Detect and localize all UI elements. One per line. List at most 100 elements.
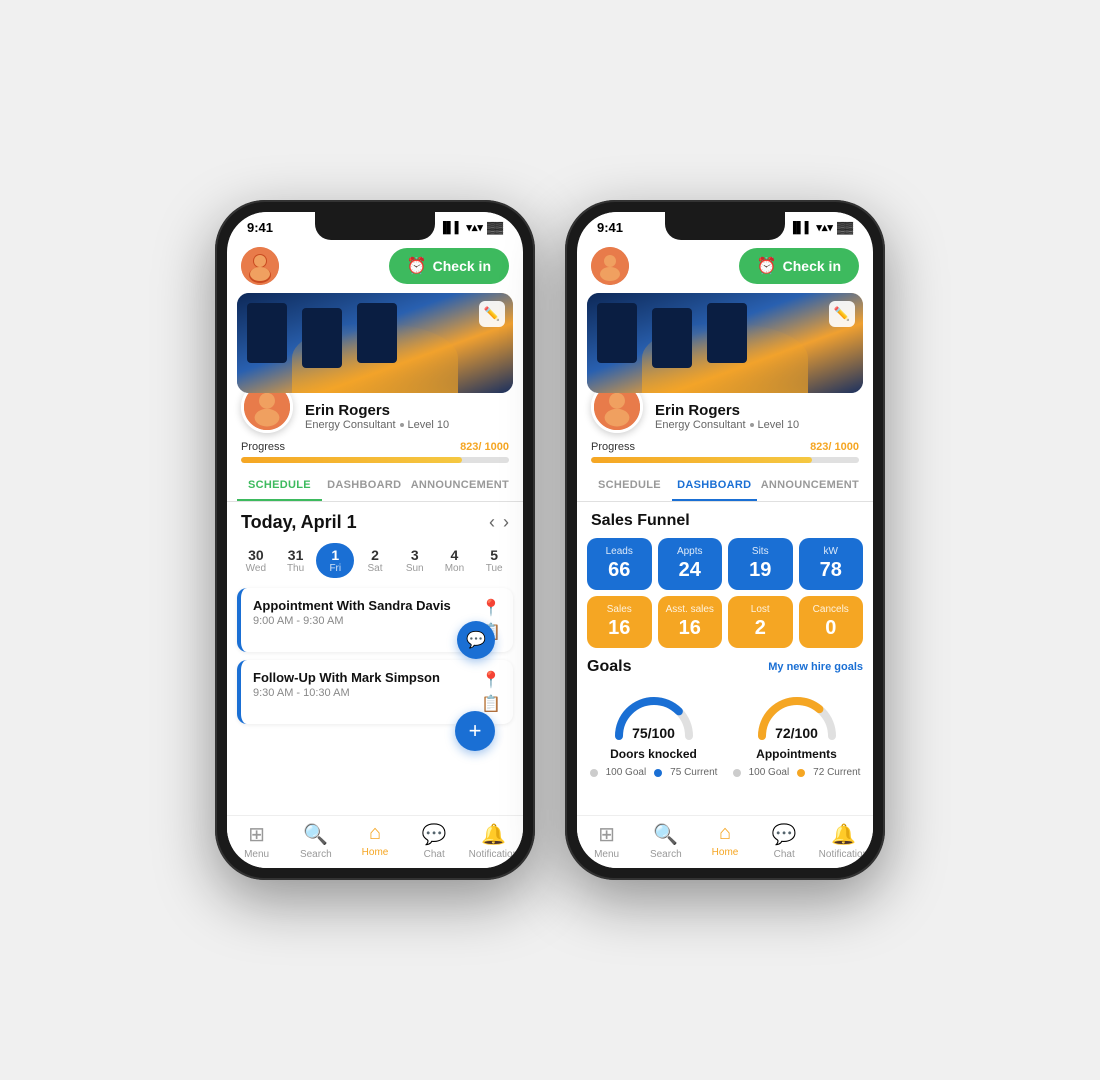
clock-icon-2: ⏰ — [757, 256, 777, 276]
fab-chat-button[interactable]: 💬 — [457, 621, 495, 659]
goal-title-appts: Appointments — [756, 747, 837, 761]
funnel-appts[interactable]: Appts 24 — [658, 538, 723, 590]
tab-announcement[interactable]: ANNOUNCEMENT — [407, 471, 513, 501]
date-day-5: Tue — [486, 563, 503, 574]
funnel-cancels[interactable]: Cancels 0 — [799, 596, 864, 648]
tab-dashboard[interactable]: DASHBOARD — [322, 471, 407, 501]
date-item-5[interactable]: 5 Tue — [475, 543, 513, 578]
tab-announcement-2[interactable]: ANNOUNCEMENT — [757, 471, 863, 501]
nav-chat-2[interactable]: 💬 Chat — [755, 822, 814, 860]
tab-dashboard-2[interactable]: DASHBOARD — [672, 471, 757, 501]
notch — [315, 212, 435, 240]
bottom-navigation: ⊞ Menu 🔍 Search ⌂ Home 💬 Chat 🔔 Notifica… — [227, 815, 523, 868]
notification-label: Notification — [469, 849, 518, 860]
search-icon-2: 🔍 — [653, 822, 678, 847]
funnel-value-lost: 2 — [755, 617, 766, 640]
chat-icon-2: 💬 — [772, 822, 797, 847]
home-icon-2: ⌂ — [719, 822, 731, 845]
date-num-1: 1 — [331, 547, 339, 563]
date-item-3[interactable]: 3 Sun — [396, 543, 434, 578]
location-icon[interactable]: 📍 — [481, 598, 501, 618]
edit-banner-button-2[interactable]: ✏️ — [829, 301, 855, 327]
funnel-asst-sales[interactable]: Asst. sales 16 — [658, 596, 723, 648]
main-tabs: SCHEDULE DASHBOARD ANNOUNCEMENT — [227, 471, 523, 502]
goal-doors: 75/100 Doors knocked 100 Goal 75 Current — [587, 686, 720, 778]
checkin-button[interactable]: ⏰ Check in — [389, 248, 509, 284]
nav-search-2[interactable]: 🔍 Search — [636, 822, 695, 860]
appt-title-mark: Follow-Up With Mark Simpson — [253, 670, 440, 685]
separator-dot — [400, 423, 404, 427]
gauge-doors: 75/100 — [609, 686, 699, 741]
legend-dot-goal-appts — [733, 769, 741, 777]
nav-search[interactable]: 🔍 Search — [286, 822, 345, 860]
gauge-appointments: 72/100 — [752, 686, 842, 741]
checkin-button-2[interactable]: ⏰ Check in — [739, 248, 859, 284]
progress-label: Progress 823/ 1000 — [241, 441, 509, 453]
checkin-label: Check in — [433, 258, 491, 274]
progress-bar — [241, 457, 509, 463]
copy-icon-2[interactable]: 📋 — [481, 694, 501, 714]
appt-details-mark: Follow-Up With Mark Simpson 9:30 AM - 10… — [253, 670, 440, 699]
date-item-30[interactable]: 30 Wed — [237, 543, 275, 578]
profile-name-2: Erin Rogers — [655, 402, 799, 419]
chat-label-2: Chat — [774, 849, 795, 860]
nav-chat[interactable]: 💬 Chat — [405, 822, 464, 860]
funnel-grid: Leads 66 Appts 24 Sits 19 kW 78 Sales — [577, 538, 873, 658]
notification-label-2: Notification — [819, 849, 868, 860]
date-item-4[interactable]: 4 Mon — [436, 543, 474, 578]
notch-2 — [665, 212, 785, 240]
next-arrow[interactable]: › — [503, 512, 509, 533]
goals-header: Goals My new hire goals — [587, 658, 863, 676]
date-item-31[interactable]: 31 Thu — [277, 543, 315, 578]
funnel-sits[interactable]: Sits 19 — [728, 538, 793, 590]
funnel-label-lost: Lost — [751, 604, 770, 615]
nav-menu[interactable]: ⊞ Menu — [227, 822, 286, 860]
tab-schedule[interactable]: SCHEDULE — [237, 471, 322, 501]
date-day-4: Mon — [445, 563, 464, 574]
funnel-sales[interactable]: Sales 16 — [587, 596, 652, 648]
goal-legend-appts: 100 Goal 72 Current — [733, 767, 861, 778]
user-avatar-small[interactable] — [241, 247, 279, 285]
funnel-kw[interactable]: kW 78 — [799, 538, 864, 590]
home-label: Home — [362, 847, 389, 858]
funnel-leads[interactable]: Leads 66 — [587, 538, 652, 590]
tab-schedule-2[interactable]: SCHEDULE — [587, 471, 672, 501]
phone-schedule: 9:41 ▐▌▌ ▾▴▾ ▓▓ ⏰ Check in — [215, 200, 535, 880]
profile-section: Erin Rogers Energy Consultant Level 10 — [227, 393, 523, 437]
funnel-value-appts: 24 — [679, 559, 701, 582]
appt-title-sandra: Appointment With Sandra Davis — [253, 598, 451, 613]
legend-dot-current-doors — [654, 769, 662, 777]
fab-add-button[interactable]: + — [455, 711, 495, 751]
funnel-lost[interactable]: Lost 2 — [728, 596, 793, 648]
goal-title-doors: Doors knocked — [610, 747, 697, 761]
profile-banner: ✏️ — [237, 293, 513, 393]
progress-section: Progress 823/ 1000 — [227, 437, 523, 471]
search-icon: 🔍 — [303, 822, 328, 847]
phone-dashboard: 9:41 ▐▌▌ ▾▴▾ ▓▓ ⏰ Check in — [565, 200, 885, 880]
goals-link[interactable]: My new hire goals — [768, 661, 863, 673]
date-strip: 30 Wed 31 Thu 1 Fri 2 Sat 3 Sun — [227, 539, 523, 582]
nav-menu-2[interactable]: ⊞ Menu — [577, 822, 636, 860]
funnel-label-cancels: Cancels — [813, 604, 849, 615]
status-icons-2: ▐▌▌ ▾▴▾ ▓▓ — [789, 221, 853, 234]
battery-icon-2: ▓▓ — [837, 222, 853, 234]
app-header-2: ⏰ Check in — [577, 239, 873, 293]
profile-subtitle-2: Energy Consultant Level 10 — [655, 419, 799, 431]
separator-dot-2 — [750, 423, 754, 427]
nav-notification-2[interactable]: 🔔 Notification — [814, 822, 873, 860]
edit-banner-button[interactable]: ✏️ — [479, 301, 505, 327]
date-item-2[interactable]: 2 Sat — [356, 543, 394, 578]
date-item-1[interactable]: 1 Fri — [316, 543, 354, 578]
prev-arrow[interactable]: ‹ — [489, 512, 495, 533]
nav-home-2[interactable]: ⌂ Home — [695, 822, 754, 860]
progress-value: 823/ 1000 — [460, 441, 509, 453]
progress-value-2: 823/ 1000 — [810, 441, 859, 453]
user-avatar-small-2[interactable] — [591, 247, 629, 285]
sales-funnel-title: Sales Funnel — [577, 502, 873, 538]
nav-home[interactable]: ⌂ Home — [345, 822, 404, 860]
progress-fill — [241, 457, 462, 463]
goals-row: 75/100 Doors knocked 100 Goal 75 Current — [587, 686, 863, 778]
location-icon-2[interactable]: 📍 — [481, 670, 501, 690]
wifi-icon-2: ▾▴▾ — [816, 221, 833, 234]
nav-notification[interactable]: 🔔 Notification — [464, 822, 523, 860]
